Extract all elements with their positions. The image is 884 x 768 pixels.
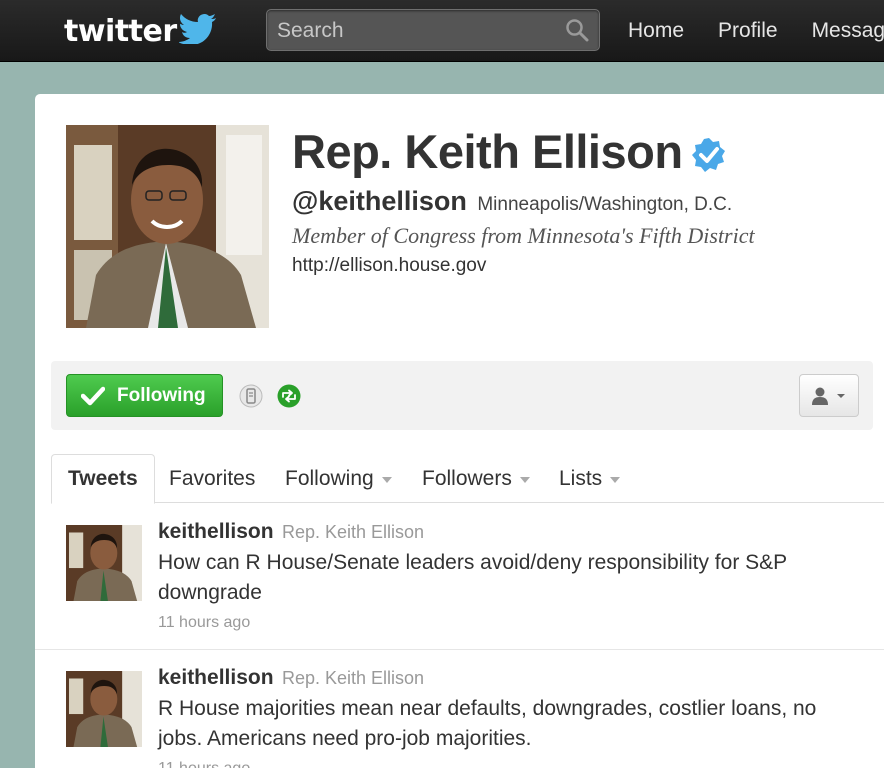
- tweet-fullname[interactable]: Rep. Keith Ellison: [282, 668, 424, 688]
- checkmark-icon: [81, 386, 105, 406]
- tweet-text: R House majorities mean near defaults, d…: [158, 697, 817, 750]
- tab-followers-label: Followers: [422, 466, 512, 490]
- tweet-username[interactable]: keithellison: [158, 666, 274, 689]
- profile-bio: Member of Congress from Minnesota's Fift…: [292, 223, 755, 248]
- chevron-down-icon: [519, 476, 530, 483]
- profile-tabs: Tweets Favorites Following Followers Lis…: [51, 454, 884, 504]
- verified-badge-icon: [691, 137, 725, 172]
- profile-photo: [66, 125, 269, 328]
- tab-followers[interactable]: Followers: [422, 454, 530, 503]
- twitter-logo[interactable]: twitter: [64, 10, 217, 52]
- tab-tweets[interactable]: Tweets: [51, 454, 155, 504]
- tweet-body: keithellison Rep. Keith Ellison How can …: [158, 520, 838, 632]
- nav-home[interactable]: Home: [628, 19, 684, 43]
- profile-url[interactable]: http://ellison.house.gov: [292, 255, 486, 277]
- tweet-timestamp[interactable]: 11 hours ago: [158, 760, 838, 768]
- top-navigation-bar: twitter Home Profile Messages: [0, 0, 884, 62]
- profile-action-bar: Following: [51, 361, 873, 430]
- profile-name: Rep. Keith Ellison: [292, 125, 683, 178]
- bird-icon: [178, 14, 216, 44]
- tweet-body: keithellison Rep. Keith Ellison R House …: [158, 666, 838, 768]
- nav-profile[interactable]: Profile: [718, 19, 778, 43]
- tweet-username[interactable]: keithellison: [158, 520, 274, 543]
- logo-text: twitter: [64, 13, 177, 49]
- following-button-label: Following: [117, 384, 206, 406]
- chevron-down-icon: [837, 393, 845, 398]
- tab-lists-label: Lists: [559, 466, 603, 490]
- search-box[interactable]: [266, 9, 600, 51]
- tweet-author-photo: [66, 525, 142, 601]
- search-input[interactable]: [277, 18, 547, 44]
- mobile-notifications-icon[interactable]: [239, 384, 263, 408]
- profile-name-row: Rep. Keith Ellison: [292, 124, 727, 179]
- tweet-item[interactable]: keithellison Rep. Keith Ellison R House …: [35, 650, 884, 768]
- person-icon: [812, 387, 828, 405]
- following-button[interactable]: Following: [66, 374, 223, 417]
- tab-favorites-label: Favorites: [169, 466, 256, 490]
- tweet-avatar[interactable]: [66, 671, 142, 747]
- chevron-down-icon: [610, 476, 621, 483]
- user-actions-dropdown[interactable]: [799, 374, 859, 417]
- tab-tweets-label: Tweets: [68, 467, 138, 490]
- main-nav: Home Profile Messages: [628, 0, 884, 62]
- tweet-text: How can R House/Senate leaders avoid/den…: [158, 551, 787, 604]
- profile-handle: @keithellison: [292, 186, 467, 216]
- tab-favorites[interactable]: Favorites: [169, 454, 255, 503]
- profile-card: Rep. Keith Ellison @keithellison Minneap…: [35, 94, 884, 768]
- tab-following[interactable]: Following: [285, 454, 392, 503]
- profile-avatar[interactable]: [66, 125, 269, 328]
- handle-row: @keithellison Minneapolis/Washington, D.…: [292, 186, 732, 217]
- tweet-timestamp[interactable]: 11 hours ago: [158, 614, 838, 632]
- retweets-toggle-icon[interactable]: [277, 384, 301, 408]
- chevron-down-icon: [381, 476, 392, 483]
- tab-lists[interactable]: Lists: [559, 454, 621, 503]
- search-icon[interactable]: [565, 18, 589, 42]
- tweet-avatar[interactable]: [66, 525, 142, 601]
- nav-messages[interactable]: Messages: [812, 19, 884, 43]
- profile-location: Minneapolis/Washington, D.C.: [477, 194, 733, 215]
- tweet-item[interactable]: keithellison Rep. Keith Ellison How can …: [35, 504, 884, 650]
- tweet-author-photo: [66, 671, 142, 747]
- tweet-fullname[interactable]: Rep. Keith Ellison: [282, 522, 424, 542]
- tab-following-label: Following: [285, 466, 374, 490]
